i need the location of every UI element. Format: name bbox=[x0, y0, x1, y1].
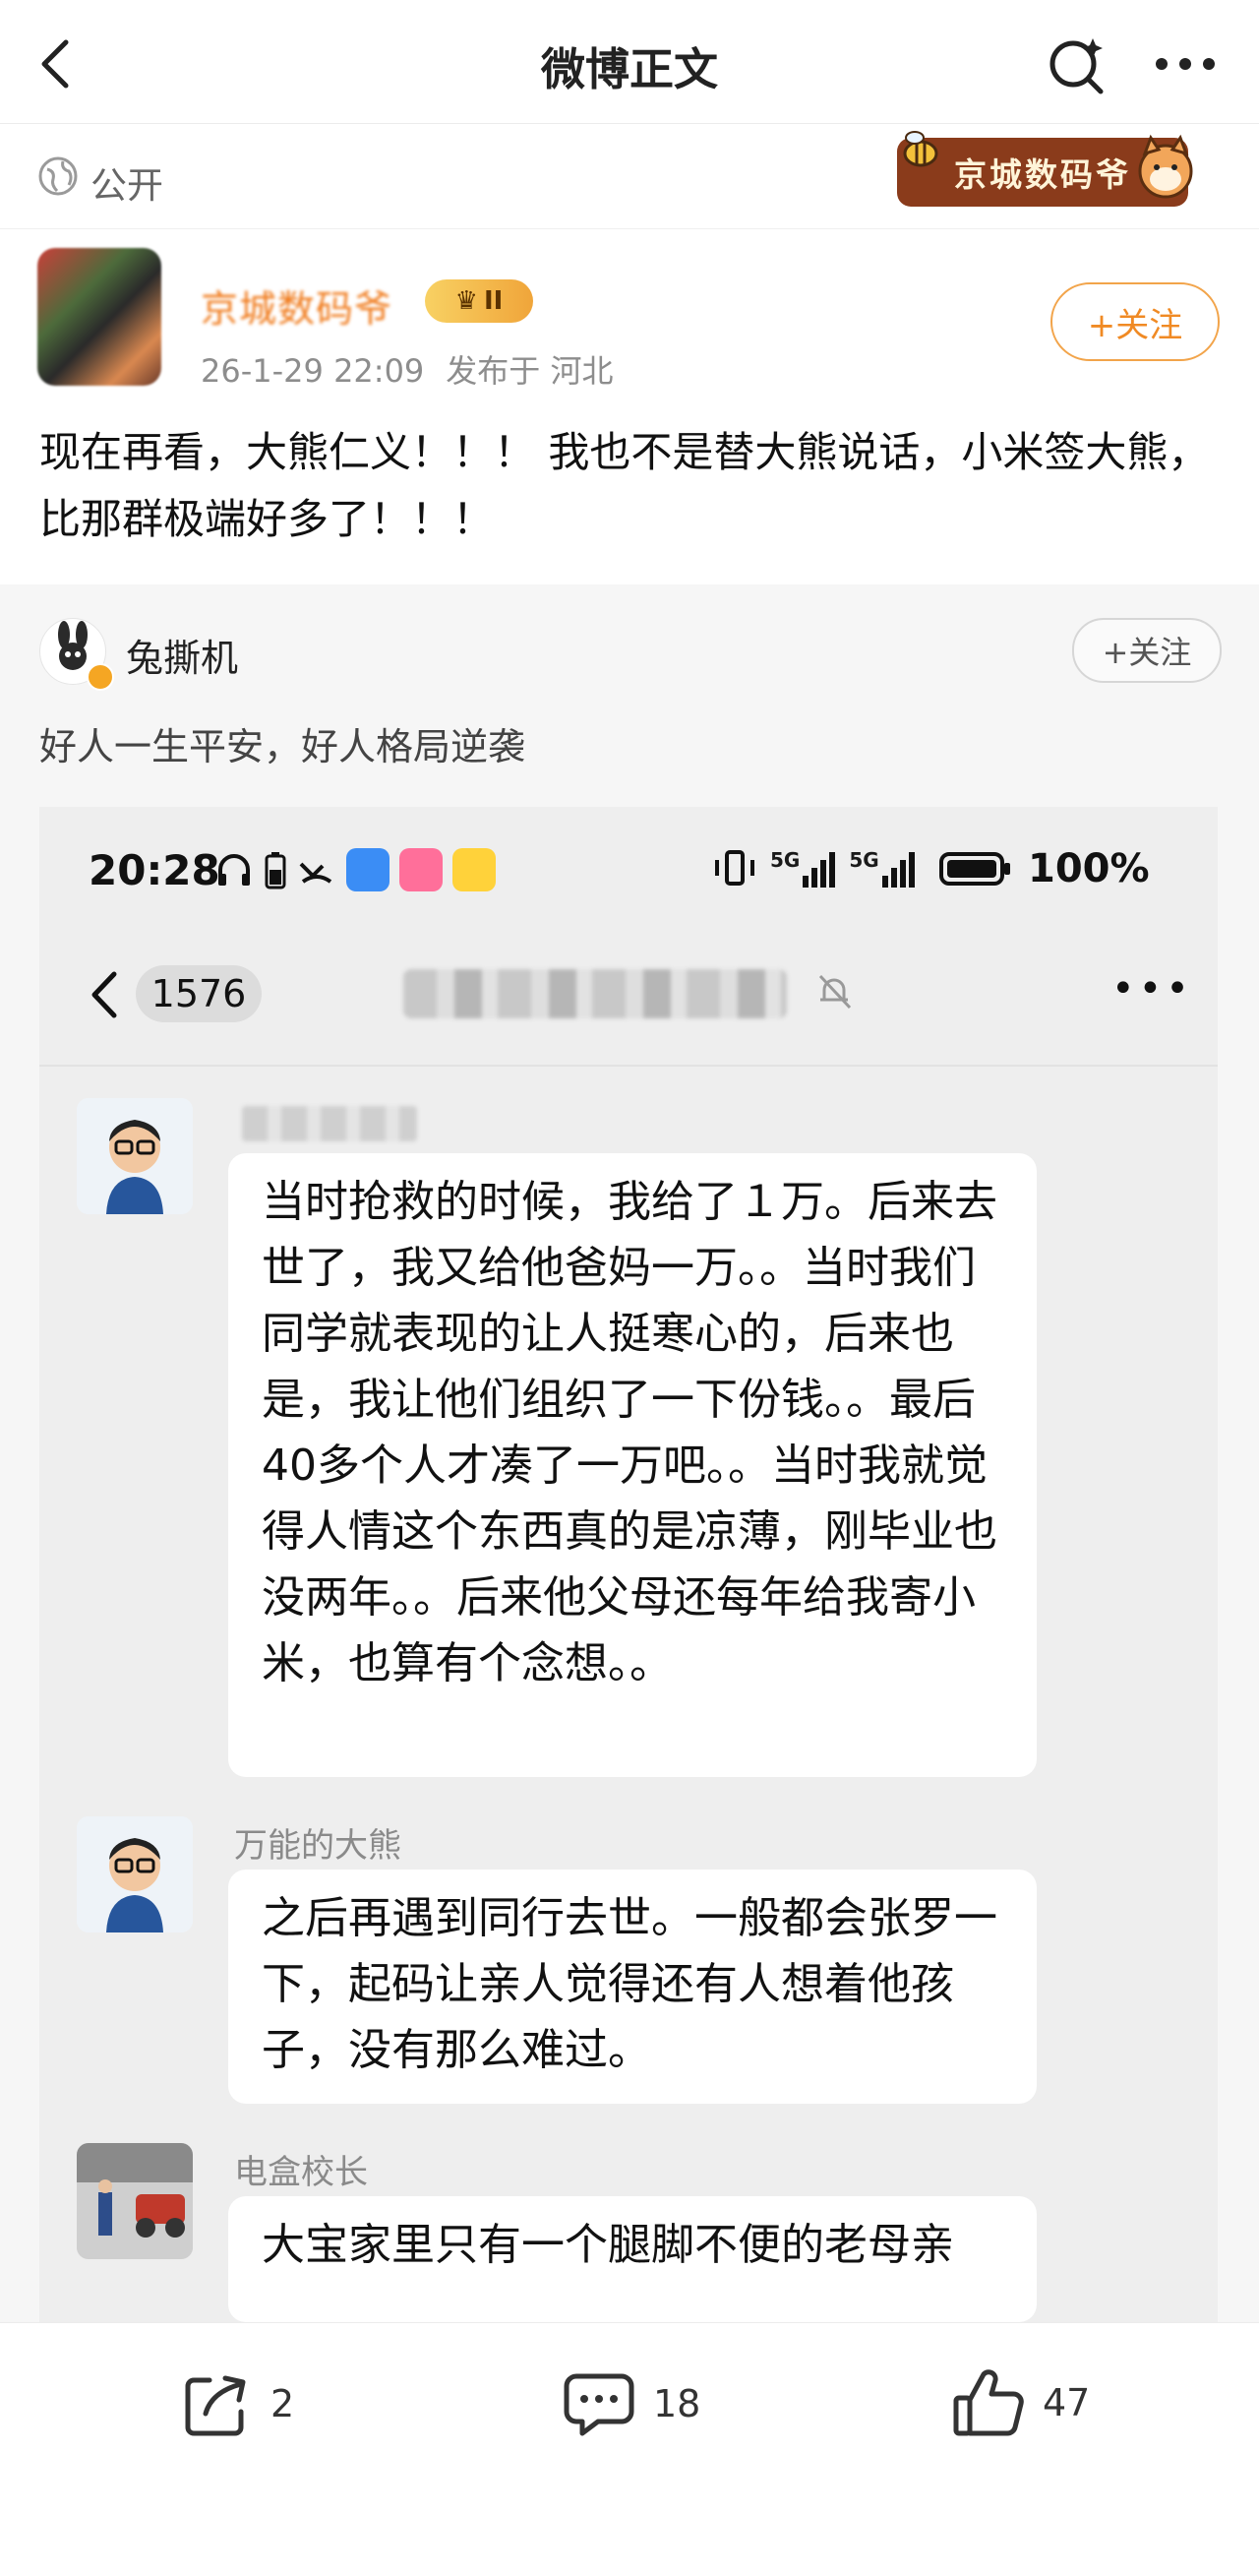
level-badge-label: II bbox=[483, 286, 504, 316]
battery-percent: 100% bbox=[1028, 846, 1150, 891]
repost-text: 好人一生平安，好人格局逆袭 bbox=[39, 725, 526, 768]
visibility-label: 公开 bbox=[90, 164, 163, 207]
comment-button[interactable]: 18 bbox=[563, 2368, 700, 2439]
message-avatar[interactable] bbox=[77, 2143, 193, 2259]
like-button[interactable]: 47 bbox=[952, 2366, 1090, 2439]
battery-icon bbox=[939, 850, 1012, 888]
search-button[interactable] bbox=[1043, 30, 1111, 98]
app-icon-chat bbox=[346, 848, 390, 891]
status-icons-left bbox=[214, 848, 496, 891]
message-bubble: 大宝家里只有一个腿脚不便的老母亲 bbox=[228, 2196, 1037, 2322]
repost-author-name[interactable]: 兔撕机 bbox=[126, 628, 238, 682]
vibrate-icon bbox=[715, 850, 754, 886]
message-sender: 万能的大熊 bbox=[234, 1826, 401, 1866]
signal-1-bar-1 bbox=[803, 876, 809, 888]
top-navigation-bar: 微博正文 bbox=[0, 0, 1259, 124]
signal-1-bar-4 bbox=[829, 852, 836, 888]
message-sender: 电盒校长 bbox=[234, 2153, 368, 2192]
post-time: 26-1-29 22:09 bbox=[201, 352, 425, 390]
repost-button[interactable]: 2 bbox=[182, 2368, 294, 2439]
signal-2-bar-3 bbox=[899, 860, 906, 888]
unread-count-badge[interactable]: 1576 bbox=[136, 965, 262, 1022]
signal-strength-2: 5G bbox=[849, 848, 915, 888]
signal-1-bar-3 bbox=[820, 860, 827, 888]
signal-strength-1: 5G bbox=[770, 848, 836, 888]
bottom-action-bar bbox=[0, 2322, 1259, 2576]
signal-2-bar-1 bbox=[881, 876, 888, 888]
level-badge: ♛ II bbox=[425, 279, 533, 323]
status-time: 20:28 bbox=[89, 846, 220, 894]
more-button[interactable] bbox=[1151, 30, 1220, 98]
signal-2-bar-2 bbox=[890, 868, 897, 888]
chat-header-divider bbox=[39, 1065, 1218, 1067]
verified-badge-icon bbox=[87, 663, 114, 691]
search-spark-icon bbox=[1049, 38, 1104, 94]
cartoon-avatar-icon bbox=[77, 1098, 193, 1214]
author-name[interactable]: 京城数码爷 bbox=[201, 278, 392, 333]
author-avatar[interactable] bbox=[37, 248, 161, 386]
message-avatar[interactable] bbox=[77, 1098, 193, 1214]
chat-back-icon[interactable] bbox=[85, 966, 124, 1023]
chat-title bbox=[403, 969, 787, 1018]
photo-avatar-icon bbox=[77, 2143, 193, 2259]
post-text: 现在再看，大熊仁义！！！ 我也不是替大熊说话，小米签大熊，比那群极端好多了！！！ bbox=[39, 428, 1210, 543]
missed-call-icon bbox=[299, 862, 332, 884]
thumbs-up-icon bbox=[953, 2369, 1024, 2436]
signal-2-bar-4 bbox=[908, 852, 915, 888]
globe-icon bbox=[37, 155, 79, 197]
app-icon-bilibili bbox=[399, 848, 443, 891]
more-icon bbox=[1156, 58, 1215, 70]
signal-2-label: 5G bbox=[849, 848, 879, 872]
message-avatar[interactable] bbox=[77, 1816, 193, 1932]
follow-button[interactable]: +关注 bbox=[1050, 282, 1220, 361]
like-count: 47 bbox=[1043, 2381, 1091, 2424]
post-location: 发布于 河北 bbox=[446, 352, 614, 390]
headphones-icon bbox=[218, 854, 250, 886]
message-bubble: 当时抢救的时候，我给了１万。后来去世了，我又给他爸妈一万。。当时我们同学就表现的… bbox=[228, 1153, 1037, 1777]
comment-count: 18 bbox=[653, 2382, 701, 2425]
comment-icon bbox=[564, 2373, 634, 2436]
signal-1-label: 5G bbox=[770, 848, 801, 872]
repost-count: 2 bbox=[270, 2382, 295, 2425]
battery-small-icon bbox=[265, 852, 286, 889]
bee-icon bbox=[897, 130, 946, 169]
message-sender-blurred bbox=[242, 1106, 417, 1141]
cartoon-avatar-icon bbox=[77, 1816, 193, 1932]
shiba-mascot-icon bbox=[1131, 134, 1200, 203]
crown-icon: ♛ bbox=[454, 286, 478, 316]
share-icon bbox=[185, 2375, 246, 2436]
post-meta: 26-1-29 22:09 发布于 河北 bbox=[201, 346, 613, 392]
app-icon-weibo bbox=[452, 848, 496, 891]
mute-bell-icon bbox=[812, 970, 856, 1013]
repost-follow-button[interactable]: +关注 bbox=[1072, 618, 1222, 683]
signal-1-bar-2 bbox=[811, 868, 818, 888]
message-bubble: 之后再遇到同行去世。一般都会张罗一下，起码让亲人觉得还有人想着他孩子，没有那么难… bbox=[228, 1870, 1037, 2104]
chat-more-icon[interactable]: ••• bbox=[1111, 966, 1193, 1012]
status-icons-right: 5G 5G bbox=[713, 848, 915, 888]
